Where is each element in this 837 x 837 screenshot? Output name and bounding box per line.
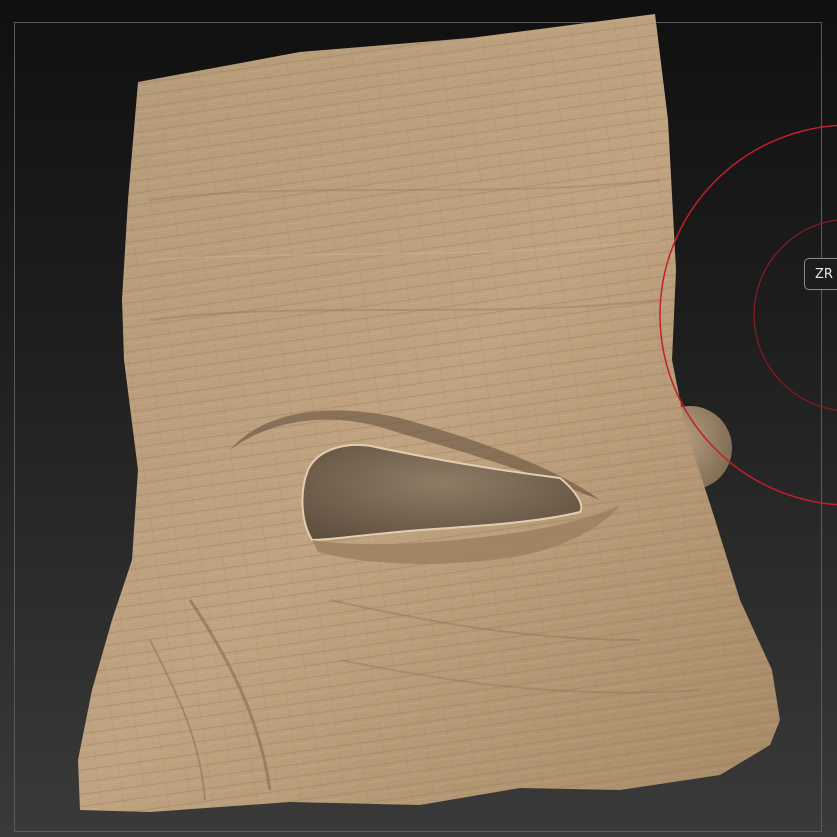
sculpt-viewport[interactable]: ZR: [0, 0, 837, 837]
brush-name-tooltip: ZR: [804, 258, 837, 290]
brush-focal-ring-icon: [753, 219, 837, 411]
sculpted-eye-mesh[interactable]: [0, 0, 837, 837]
